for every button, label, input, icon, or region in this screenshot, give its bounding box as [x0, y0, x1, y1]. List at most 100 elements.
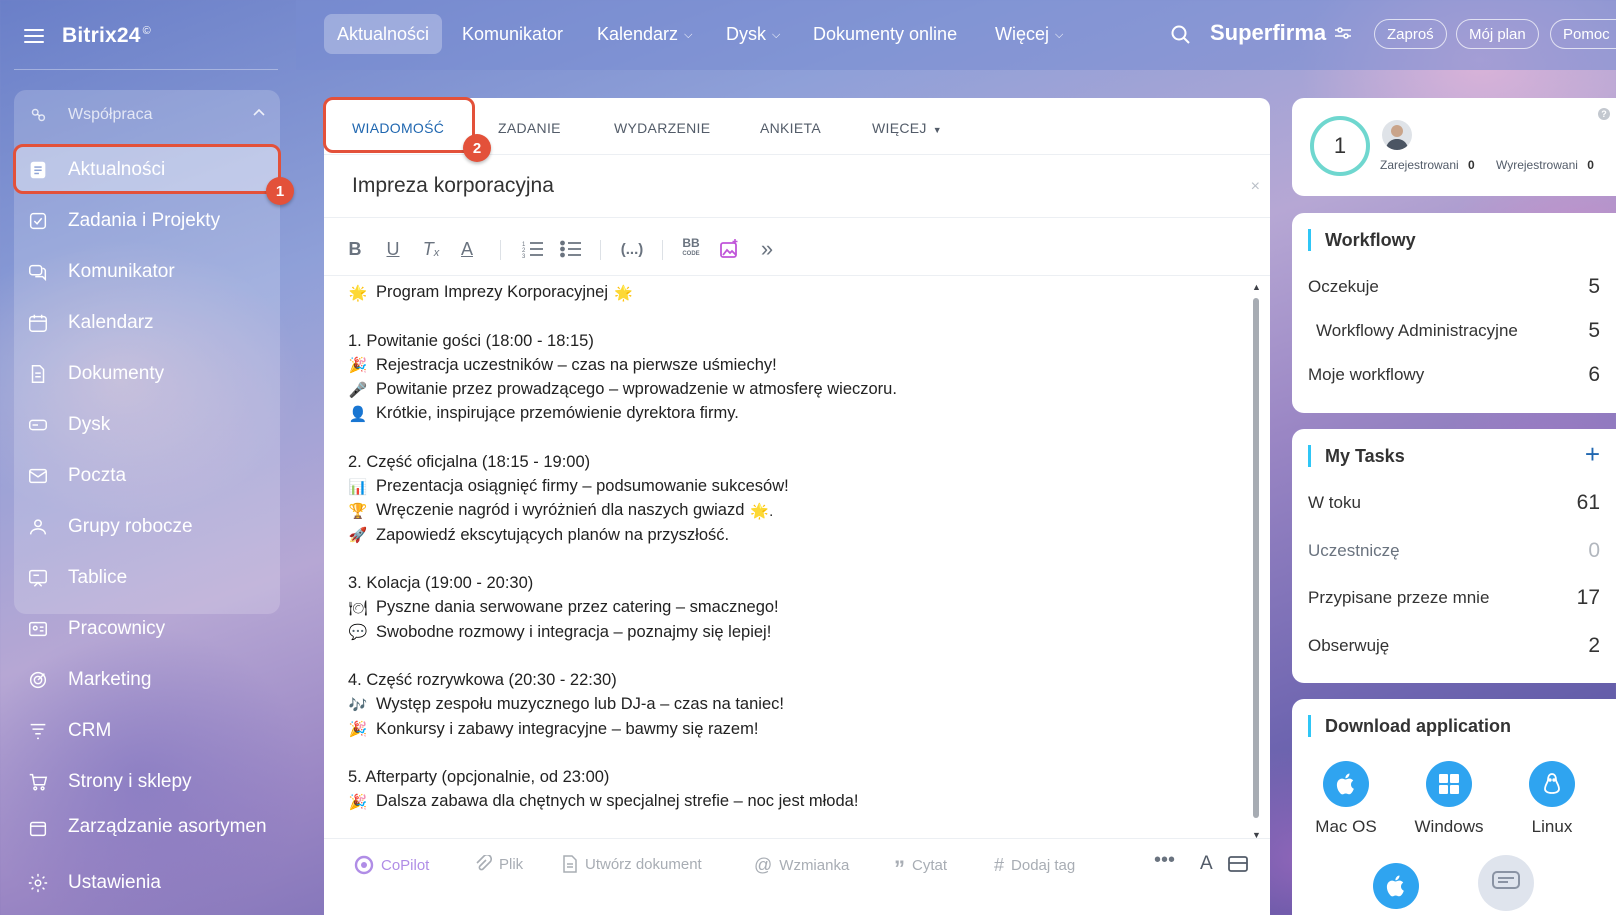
underline-icon[interactable]: U: [382, 236, 404, 262]
text-format-icon[interactable]: A: [1200, 853, 1213, 875]
tab-aktualnosci[interactable]: Aktualności: [324, 14, 443, 54]
create-document-button[interactable]: Utwórz dokument: [562, 855, 702, 873]
help-icon[interactable]: ?: [1598, 108, 1610, 120]
editor-text: Dalsza zabawa dla chętnych w specjalnej …: [376, 792, 859, 811]
search-icon[interactable]: [1170, 24, 1192, 51]
sidebar-item-inventory[interactable]: Zarządzanie asortymen: [14, 810, 280, 846]
bold-icon[interactable]: B: [344, 236, 366, 262]
task-row[interactable]: Obserwuję 2: [1308, 632, 1600, 660]
sidebar-item-workgroups[interactable]: Grupy robocze: [14, 504, 280, 550]
editor-text: 5. Afterparty (opcjonalnie, od 23:00): [348, 768, 610, 786]
invite-button[interactable]: Zaproś: [1374, 19, 1447, 49]
image-ai-icon[interactable]: [716, 236, 742, 262]
tab-event[interactable]: WYDARZENIE: [614, 120, 710, 136]
tab-dysk[interactable]: Dysk ⌵: [726, 14, 780, 54]
sidebar-item-documents[interactable]: Dokumenty: [14, 351, 280, 397]
editor-line: 🎉 Konkursy i zabawy integracyjne – bawmy …: [348, 717, 759, 742]
sidebar-item-label: Komunikator: [68, 261, 175, 282]
sidebar-item-tasks[interactable]: Zadania i Projekty: [14, 198, 280, 244]
workflow-row[interactable]: Moje workflowy 6: [1308, 361, 1600, 389]
code-icon[interactable]: (...): [618, 236, 646, 262]
count-circle[interactable]: 1: [1310, 116, 1370, 176]
panel-toggle-icon[interactable]: [1228, 855, 1248, 873]
close-icon[interactable]: ×: [1251, 178, 1260, 196]
editor-scrollbar[interactable]: ▲ ▼: [1250, 282, 1262, 842]
mention-button[interactable]: @ Wzmianka: [754, 855, 849, 876]
emoji-icon: 🚀: [348, 527, 368, 544]
bitrix-logo[interactable]: Bitrix24 ©: [62, 24, 151, 48]
chevron-up-icon[interactable]: [252, 106, 266, 125]
menu-icon[interactable]: [24, 29, 44, 43]
add-task-icon[interactable]: +: [1585, 441, 1600, 467]
tab-kalendarz[interactable]: Kalendarz ⌵: [597, 14, 692, 54]
emoji-icon: 🌟: [614, 284, 633, 302]
workflows-title[interactable]: Workflowy: [1308, 229, 1416, 251]
inventory-icon: [26, 816, 50, 840]
editor-line: 5. Afterparty (opcjonalnie, od 23:00): [348, 765, 609, 790]
group-icon: [26, 515, 50, 539]
company-name[interactable]: Superfirma: [1210, 20, 1352, 46]
sidebar-item-mail[interactable]: Poczta: [14, 453, 280, 499]
sidebar-item-boards[interactable]: Tablice: [14, 555, 280, 601]
app-linux[interactable]: Linux: [1502, 761, 1602, 837]
more-options-icon[interactable]: •••: [1154, 849, 1175, 872]
attach-file-button[interactable]: Plik: [474, 855, 523, 873]
workflows-widget: Workflowy Oczekuje 5 Workflowy Administra…: [1292, 213, 1616, 413]
clear-format-icon[interactable]: Tx: [418, 236, 444, 262]
scroll-up-icon[interactable]: ▲: [1252, 282, 1261, 292]
sidebar-item-marketing[interactable]: Marketing: [14, 657, 280, 703]
tab-dokumenty-online[interactable]: Dokumenty online: [813, 14, 957, 54]
tab-task[interactable]: ZADANIE: [498, 120, 561, 136]
sidebar-item-label: Marketing: [68, 669, 152, 690]
tab-more[interactable]: WIĘCEJ ▼: [872, 120, 942, 136]
app-windows[interactable]: Windows: [1399, 761, 1499, 837]
add-tag-button[interactable]: # Dodaj tag: [994, 855, 1075, 876]
sidebar-item-calendar[interactable]: Kalendarz: [14, 300, 280, 346]
task-row[interactable]: Uczestniczę 0: [1308, 537, 1600, 565]
editor-line: 👤 Krótkie, inspirujące przemówienie dyrek…: [348, 401, 739, 426]
task-row[interactable]: W toku 61: [1308, 489, 1600, 517]
sidebar-item-label: Zarządzanie asortymen: [68, 816, 267, 837]
numbered-list-icon[interactable]: 123: [520, 236, 546, 262]
sidebar-item-crm[interactable]: CRM: [14, 708, 280, 754]
scroll-thumb[interactable]: [1253, 298, 1259, 818]
board-icon: [26, 566, 50, 590]
app-macos[interactable]: Mac OS: [1296, 761, 1396, 837]
task-row[interactable]: Przypisane przeze mnie 17: [1308, 584, 1600, 612]
workflow-row[interactable]: Oczekuje 5: [1308, 273, 1600, 301]
sidebar-item-label: Grupy robocze: [68, 516, 193, 537]
bullet-list-icon[interactable]: [558, 236, 584, 262]
help-button[interactable]: Pomoc: [1550, 19, 1616, 49]
editor-text: Prezentacja osiągnięć firmy – podsumowan…: [376, 477, 789, 495]
paperclip-icon: [476, 855, 492, 871]
editor-line: 2. Część oficjalna (18:15 - 19:00): [348, 450, 590, 475]
my-plan-button[interactable]: Mój plan: [1456, 19, 1539, 49]
post-title-input[interactable]: Impreza korporacyjna: [352, 174, 554, 198]
avatar[interactable]: [1382, 120, 1412, 150]
tab-poll[interactable]: ANKIETA: [760, 120, 821, 136]
more-format-icon[interactable]: »: [756, 236, 778, 262]
target-icon: [26, 668, 50, 692]
chat-widget-icon[interactable]: [1478, 855, 1534, 911]
quote-button[interactable]: ” Cytat: [894, 855, 947, 880]
mail-icon: [26, 464, 50, 488]
sidebar-item-label: Ustawienia: [68, 872, 161, 893]
font-color-icon[interactable]: A: [456, 236, 478, 262]
tab-komunikator[interactable]: Komunikator: [462, 14, 563, 54]
sidebar-item-drive[interactable]: Dysk: [14, 402, 280, 448]
group-header-collaboration[interactable]: Współpraca: [14, 92, 280, 138]
editor-line: 🎉 Dalsza zabawa dla chętnych w specjalnej…: [348, 789, 859, 814]
message-editor[interactable]: 🌟 Program Imprezy Korporacyjnej 🌟 1. Powita…: [324, 278, 1250, 838]
sidebar-item-messenger[interactable]: Komunikator: [14, 249, 280, 295]
tasks-title[interactable]: My Tasks: [1308, 445, 1405, 467]
toolbar-divider: [662, 240, 663, 260]
sidebar-item-sites[interactable]: Strony i sklepy: [14, 759, 280, 805]
divider: [14, 69, 278, 70]
app-ios[interactable]: [1346, 863, 1446, 909]
bbcode-icon[interactable]: BB CODE: [678, 236, 704, 262]
tab-wiecej[interactable]: Więcej ⌵: [995, 14, 1063, 54]
copilot-button[interactable]: CoPilot: [354, 855, 429, 875]
sidebar-item-employees[interactable]: Pracownicy: [14, 606, 280, 652]
workflow-row[interactable]: Workflowy Administracyjne 5: [1308, 317, 1600, 345]
sidebar-item-settings[interactable]: Ustawienia: [14, 860, 280, 906]
